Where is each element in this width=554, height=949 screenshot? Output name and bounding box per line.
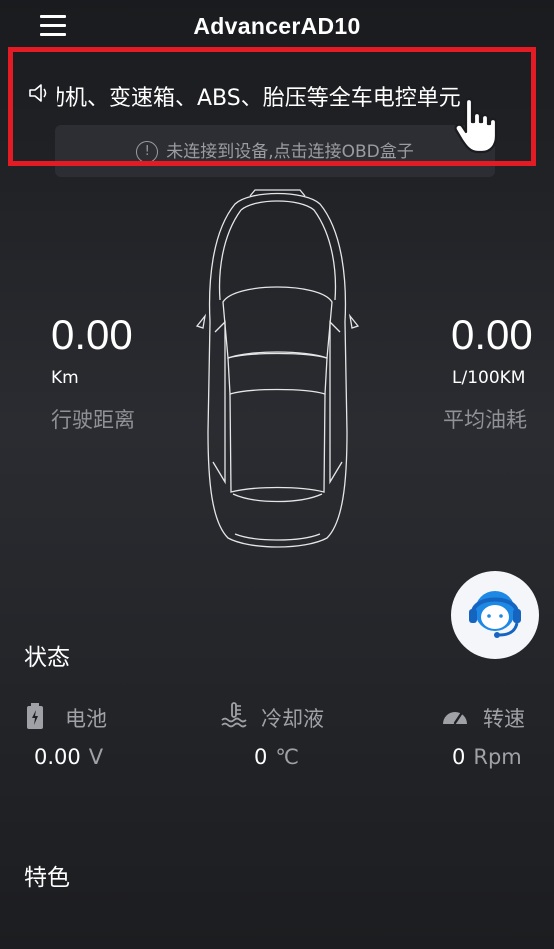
customer-support-button[interactable] <box>451 571 539 659</box>
battery-label: 电池 <box>65 707 107 731</box>
distance-value: 0.00 <box>51 311 133 358</box>
tachometer-icon <box>443 712 467 725</box>
battery-icon <box>27 703 43 729</box>
distance-unit: Km <box>51 368 79 388</box>
fuel-value: 0.00 <box>451 311 533 358</box>
battery-unit: V <box>88 745 104 769</box>
car-outline-image <box>195 189 360 548</box>
app-title: AdvancerAD10 <box>193 13 361 39</box>
headset-agent-icon <box>469 591 521 638</box>
coolant-label: 冷却液 <box>261 707 324 731</box>
app-header: AdvancerAD10 <box>0 0 554 52</box>
rpm-reading: 0 Rpm <box>452 745 522 769</box>
coolant-value: 0 <box>254 745 268 769</box>
rpm-value: 0 <box>452 745 466 769</box>
coolant-unit: ℃ <box>275 745 299 769</box>
battery-reading: 0.00 V <box>34 745 103 769</box>
rpm-unit: Rpm <box>473 745 522 769</box>
fuel-label: 平均油耗 <box>443 408 527 432</box>
status-section-title: 状态 <box>24 645 70 671</box>
rpm-label: 转速 <box>483 707 525 731</box>
distance-label: 行驶距离 <box>51 408 135 432</box>
features-section-title: 特色 <box>24 865 70 891</box>
pointer-hand-icon <box>454 97 498 154</box>
marquee-text: 动机、变速箱、ABS、胎压等全车电控单元 <box>43 86 461 111</box>
speaker-icon <box>29 84 47 102</box>
battery-value: 0.00 <box>34 745 81 769</box>
coolant-reading: 0 ℃ <box>254 745 299 769</box>
coolant-temperature-icon <box>221 702 247 728</box>
fuel-unit: L/100KM <box>452 368 526 388</box>
